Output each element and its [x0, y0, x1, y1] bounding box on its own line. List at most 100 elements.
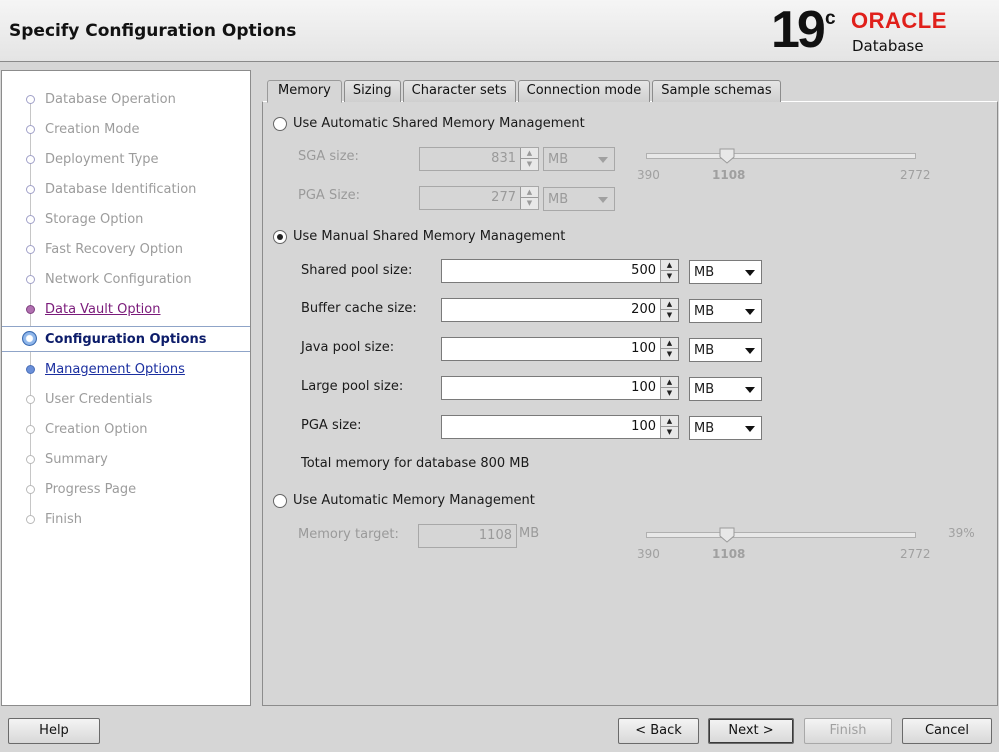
asmm-pga-unit-value: MB: [548, 192, 569, 207]
tab-sample-schemas[interactable]: Sample schemas: [652, 80, 781, 102]
cancel-button[interactable]: Cancel: [902, 718, 992, 744]
shared-pool-unit-select[interactable]: MB: [689, 260, 762, 284]
spinner-arrows-icon[interactable]: ▲ ▼: [660, 377, 678, 399]
back-button[interactable]: < Back: [618, 718, 699, 744]
amm-slider-min: 390: [637, 547, 660, 561]
total-memory-text: Total memory for database 800 MB: [301, 456, 530, 471]
large-pool-label: Large pool size:: [301, 379, 404, 394]
nav-item-label[interactable]: Data Vault Option: [45, 302, 161, 317]
step-dot-icon: [26, 155, 35, 164]
asmm-slider-min: 390: [637, 168, 660, 182]
step-dot-icon: [26, 485, 35, 494]
step-dot-icon: [26, 125, 35, 134]
step-dot-icon: [26, 185, 35, 194]
pga-size-spinner[interactable]: 100 ▲ ▼: [441, 415, 679, 439]
nav-item-label: User Credentials: [45, 391, 153, 407]
spinner-arrows-icon: ▲ ▼: [520, 148, 538, 170]
asmm-pga-size-spinner: 277 ▲ ▼: [419, 186, 539, 210]
current-step-icon: [22, 331, 37, 346]
tab-connection-mode[interactable]: Connection mode: [517, 80, 651, 102]
nav-item-label: Creation Option: [45, 421, 148, 437]
manual-memory-option[interactable]: Use Manual Shared Memory Management: [273, 229, 565, 244]
pga-unit-select[interactable]: MB: [689, 416, 762, 440]
spinner-arrows-icon[interactable]: ▲ ▼: [660, 416, 678, 438]
nav-item-network-configuration: Network Configuration: [2, 267, 250, 291]
asmm-slider-current: 1108: [712, 168, 746, 182]
nav-item-label[interactable]: Management Options: [45, 362, 185, 377]
logo-version-suffix: c: [825, 8, 836, 29]
next-button[interactable]: Next >: [708, 718, 794, 744]
shared-pool-unit-value: MB: [694, 265, 715, 280]
finish-button: Finish: [804, 718, 892, 744]
large-pool-unit-value: MB: [694, 382, 715, 397]
large-pool-unit-select[interactable]: MB: [689, 377, 762, 401]
nav-item-data-vault-option[interactable]: Data Vault Option: [2, 297, 250, 321]
nav-item-management-options[interactable]: Management Options: [2, 357, 250, 381]
memory-target-field: 1108: [418, 524, 517, 548]
help-button[interactable]: Help: [8, 718, 100, 744]
tab-memory[interactable]: Memory: [267, 80, 342, 103]
buffer-cache-unit-select[interactable]: MB: [689, 299, 762, 323]
header-bar: Specify Configuration Options 19 c ORACL…: [0, 0, 999, 62]
oracle-logo: ORACLE: [851, 8, 947, 33]
buffer-cache-value[interactable]: 200: [631, 302, 656, 317]
buffer-cache-unit-value: MB: [694, 304, 715, 319]
shared-pool-spinner[interactable]: 500 ▲ ▼: [441, 259, 679, 283]
step-dot-icon: [26, 215, 35, 224]
pga-size-value[interactable]: 100: [631, 419, 656, 434]
asmm-radio[interactable]: [273, 116, 287, 131]
asmm-slider-track: [646, 153, 916, 159]
tab-character-sets[interactable]: Character sets: [402, 80, 516, 102]
amm-slider-current: 1108: [712, 547, 746, 561]
spinner-arrows-icon[interactable]: ▲ ▼: [660, 299, 678, 321]
nav-item-configuration-options: Configuration Options: [2, 326, 250, 352]
nav-item-label: Storage Option: [45, 211, 144, 227]
large-pool-spinner[interactable]: 100 ▲ ▼: [441, 376, 679, 400]
large-pool-value[interactable]: 100: [631, 380, 656, 395]
nav-item-progress-page: Progress Page: [2, 477, 250, 501]
amm-percent: 39%: [948, 526, 975, 540]
chevron-down-icon: [745, 348, 755, 354]
logo-product: Database: [852, 37, 924, 55]
chevron-down-icon: [598, 197, 608, 203]
chevron-down-icon: [598, 157, 608, 163]
spinner-arrows-icon[interactable]: ▲ ▼: [660, 260, 678, 282]
memory-target-value: 1108: [478, 528, 512, 543]
buffer-cache-label: Buffer cache size:: [301, 301, 417, 316]
step-navigator: Database Operation Creation Mode Deploym…: [1, 70, 251, 706]
shared-pool-value[interactable]: 500: [631, 263, 656, 278]
buffer-cache-spinner[interactable]: 200 ▲ ▼: [441, 298, 679, 322]
java-pool-unit-select[interactable]: MB: [689, 338, 762, 362]
java-pool-value[interactable]: 100: [631, 341, 656, 356]
step-dot-icon: [26, 515, 35, 524]
amm-radio[interactable]: [273, 493, 287, 508]
chevron-down-icon: [745, 270, 755, 276]
sga-size-label: SGA size:: [298, 149, 359, 164]
amm-slider-max: 2772: [900, 547, 931, 561]
amm-option[interactable]: Use Automatic Memory Management: [273, 493, 535, 508]
tab-sizing[interactable]: Sizing: [343, 80, 401, 102]
asmm-pga-size-value: 277: [491, 190, 516, 205]
asmm-option[interactable]: Use Automatic Shared Memory Management: [273, 116, 585, 131]
manual-memory-radio[interactable]: [273, 229, 287, 244]
shared-pool-label: Shared pool size:: [301, 263, 413, 278]
step-dot-icon: [26, 365, 35, 374]
memory-target-label: Memory target:: [298, 527, 399, 542]
nav-item-creation-mode: Creation Mode: [2, 117, 250, 141]
sga-size-value: 831: [491, 151, 516, 166]
nav-item-label: Configuration Options: [45, 331, 207, 347]
step-dot-icon: [26, 455, 35, 464]
nav-item-summary: Summary: [2, 447, 250, 471]
page-title: Specify Configuration Options: [9, 21, 297, 41]
asmm-slider-thumb: [719, 148, 735, 164]
nav-item-label: Database Operation: [45, 91, 176, 107]
nav-item-label: Progress Page: [45, 481, 137, 497]
nav-item-storage-option: Storage Option: [2, 207, 250, 231]
step-dot-icon: [26, 395, 35, 404]
nav-item-user-credentials: User Credentials: [2, 387, 250, 411]
nav-item-label: Summary: [45, 451, 108, 467]
asmm-label: Use Automatic Shared Memory Management: [293, 116, 585, 131]
nav-item-deployment-type: Deployment Type: [2, 147, 250, 171]
java-pool-spinner[interactable]: 100 ▲ ▼: [441, 337, 679, 361]
spinner-arrows-icon[interactable]: ▲ ▼: [660, 338, 678, 360]
